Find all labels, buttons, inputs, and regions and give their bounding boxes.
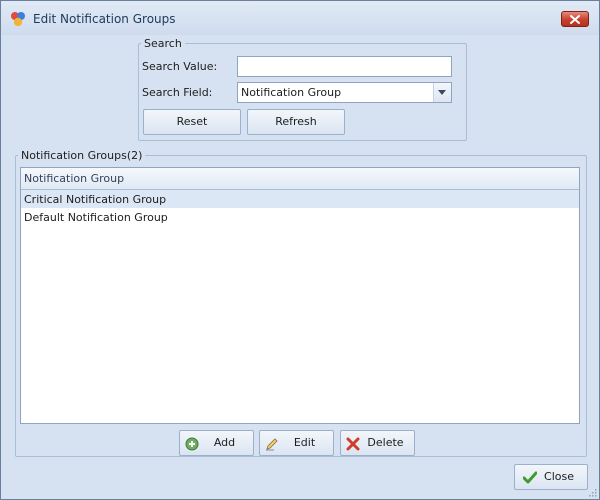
notification-groups-grid[interactable]: Notification Group Critical Notification… (20, 167, 580, 424)
row-name: Default Notification Group (24, 211, 168, 224)
add-label: Add (213, 436, 236, 449)
edit-notification-groups-window: Edit Notification Groups Search Search V… (0, 0, 600, 500)
search-value-input[interactable] (237, 56, 452, 77)
table-row[interactable]: Default Notification Group (21, 208, 579, 226)
edit-label: Edit (293, 436, 316, 449)
edit-button[interactable]: Edit (259, 430, 334, 456)
close-label: Close (544, 470, 574, 483)
search-field-label: Search Field: (142, 86, 213, 99)
column-header-label: Notification Group (24, 172, 125, 185)
delete-x-icon (346, 436, 360, 451)
delete-label: Delete (367, 436, 404, 449)
search-field-select[interactable]: Notification Group (237, 82, 452, 103)
pencil-icon (265, 436, 279, 451)
row-name: Critical Notification Group (24, 193, 167, 206)
table-row[interactable]: Critical Notification Group (21, 190, 579, 208)
refresh-button[interactable]: Refresh (247, 109, 345, 135)
dropdown-button[interactable] (433, 83, 451, 102)
notification-groups-legend: Notification Groups(2) (21, 149, 143, 162)
column-header-notification-group[interactable]: Notification Group (21, 168, 579, 190)
chevron-down-icon (438, 90, 446, 95)
close-button[interactable]: Close (514, 464, 588, 490)
add-icon (185, 436, 199, 451)
search-value-label: Search Value: (142, 60, 218, 73)
notification-groups-icon (10, 11, 26, 27)
checkmark-icon (522, 470, 538, 484)
title-bar[interactable]: Edit Notification Groups (1, 1, 599, 35)
search-legend: Search (144, 37, 182, 50)
resize-grip-icon[interactable] (588, 488, 597, 497)
delete-button[interactable]: Delete (340, 430, 415, 456)
close-icon (570, 15, 580, 24)
window-close-button[interactable] (561, 11, 589, 27)
dialog-body: Search Search Value: Search Field: Notif… (9, 35, 591, 491)
add-button[interactable]: Add (179, 430, 254, 456)
reset-button[interactable]: Reset (143, 109, 241, 135)
window-title: Edit Notification Groups (33, 12, 176, 26)
search-field-value: Notification Group (241, 86, 342, 99)
